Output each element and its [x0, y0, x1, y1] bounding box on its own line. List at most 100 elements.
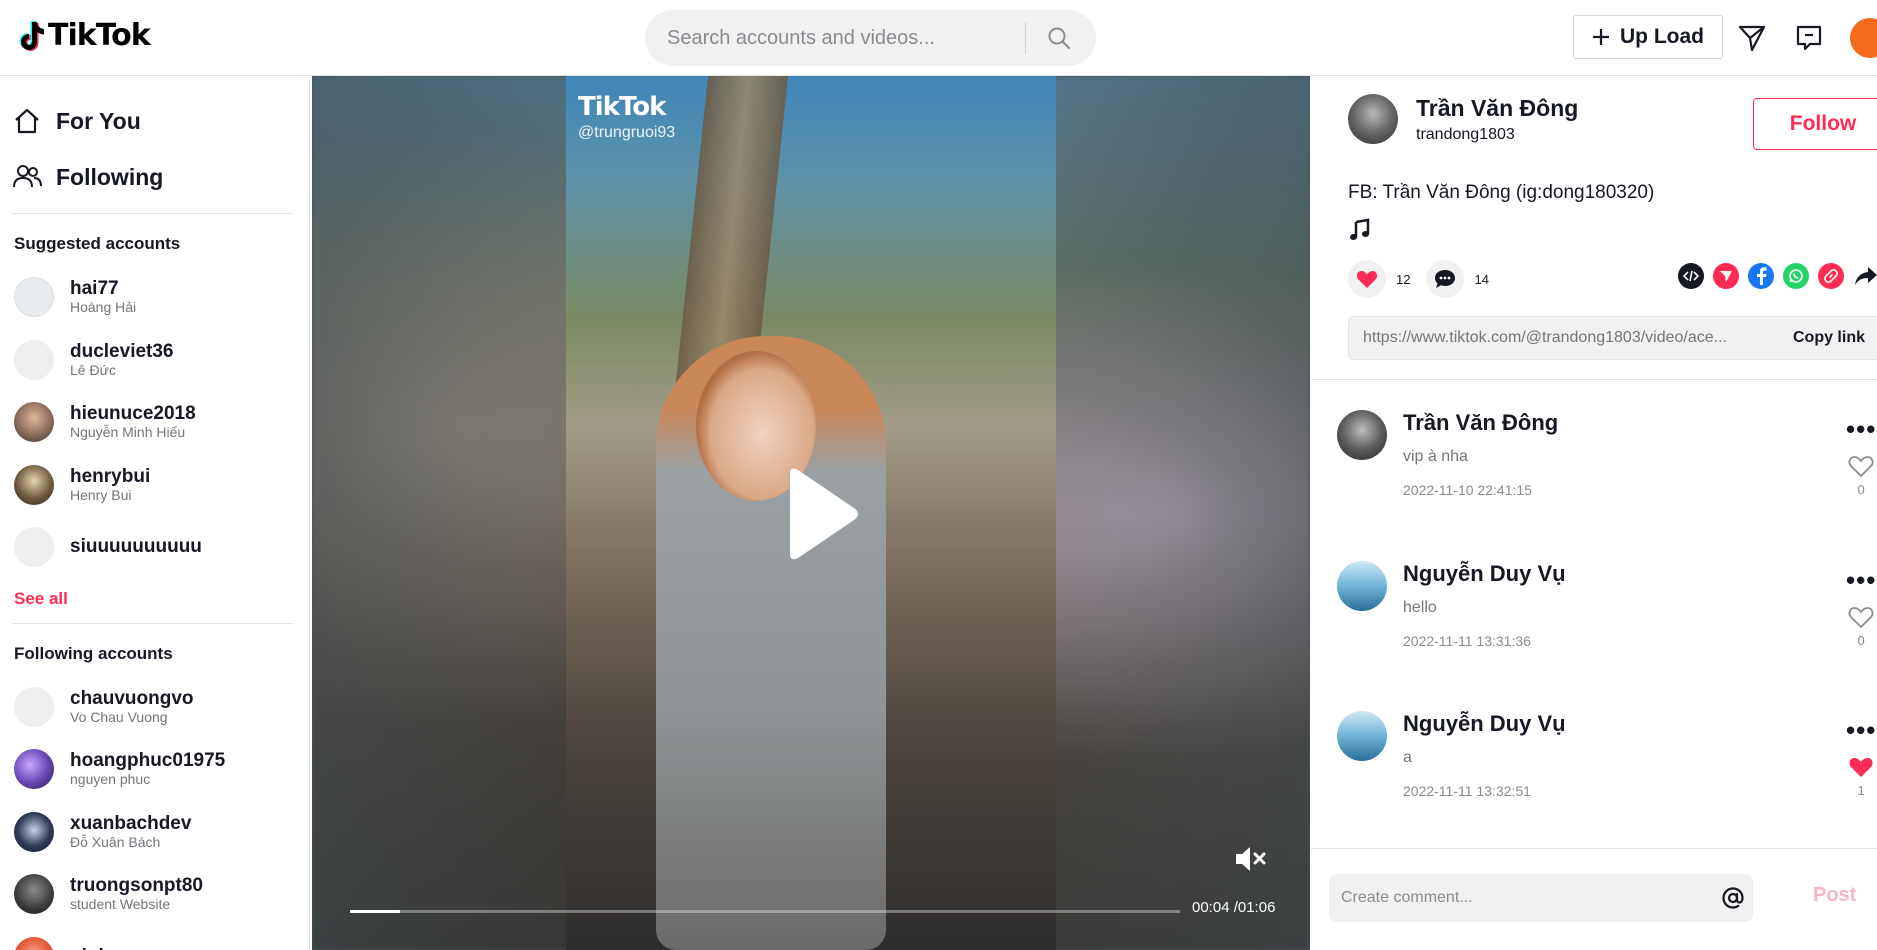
account-username: xuanbachdev: [70, 812, 192, 834]
link-icon: [1824, 269, 1838, 283]
facebook-share-button[interactable]: [1748, 263, 1774, 289]
copy-link-share-button[interactable]: [1818, 263, 1844, 289]
inbox-icon: [1796, 25, 1822, 51]
video-progress-fill: [350, 910, 400, 913]
following-account[interactable]: ninhnam: [0, 926, 309, 950]
divider: [1311, 848, 1877, 849]
account-username: siuuuuuuuuuu: [70, 536, 202, 558]
suggested-account[interactable]: hieunuce2018 Nguyễn Minh Hiếu: [0, 391, 309, 454]
nav-label: For You: [56, 107, 141, 134]
following-account[interactable]: truongsonpt80 student Website: [0, 863, 309, 926]
video-url[interactable]: https://www.tiktok.com/@trandong1803/vid…: [1349, 329, 1781, 347]
music-note-icon: [1350, 218, 1370, 240]
account-name: Henry Bui: [70, 486, 132, 503]
comment-input[interactable]: [1329, 889, 1713, 907]
search-input[interactable]: [645, 10, 1025, 66]
whatsapp-icon: [1789, 269, 1803, 283]
suggested-account[interactable]: siuuuuuuuuuu: [0, 516, 309, 579]
account-name: Nguyễn Minh Hiếu: [70, 424, 186, 441]
search-icon: [1048, 27, 1071, 50]
video-progress-bar[interactable]: [350, 910, 1180, 913]
nav-label: Following: [56, 163, 164, 190]
post-author[interactable]: Trần Văn Đông trandong1803: [1348, 94, 1578, 144]
watermark-username: @trungruoi93: [578, 124, 676, 141]
account-name: Lê Đức: [70, 361, 116, 378]
profile-avatar[interactable]: [1850, 18, 1877, 58]
comment-avatar[interactable]: [1337, 711, 1387, 761]
more-options-icon[interactable]: •••: [1846, 416, 1876, 442]
video-player[interactable]: TikTok @trungruoi93 00:04 /01:06: [312, 76, 1310, 950]
comment-date: 2022-11-11 13:32:51: [1403, 783, 1531, 799]
comment-item: Nguyễn Duy Vụ a 2022-11-11 13:32:51: [1337, 711, 1566, 799]
play-button[interactable]: [772, 464, 862, 564]
comment-button[interactable]: [1426, 260, 1465, 298]
heart-icon: [1356, 271, 1378, 288]
comment-list[interactable]: Trần Văn Đông vip à nha 2022-11-10 22:41…: [1311, 380, 1877, 848]
following-account[interactable]: chauvuongvo Vo Chau Vuong: [0, 676, 309, 739]
more-share-button[interactable]: [1853, 263, 1877, 289]
more-options-icon[interactable]: •••: [1846, 717, 1876, 743]
embed-button[interactable]: [1678, 263, 1704, 289]
nav-following[interactable]: Following: [0, 149, 309, 205]
music-note[interactable]: [1348, 218, 1372, 247]
comment-author[interactable]: Trần Văn Đông: [1403, 410, 1558, 436]
search-button[interactable]: [1026, 10, 1092, 66]
suggested-account[interactable]: hai77 Hoàng Hải: [0, 266, 309, 329]
sidebar: For You Following Suggested accounts hai…: [0, 77, 310, 950]
comment-date: 2022-11-11 13:31:36: [1403, 633, 1531, 649]
comment-author[interactable]: Nguyễn Duy Vụ: [1403, 711, 1566, 737]
heart-filled-icon[interactable]: [1848, 755, 1874, 779]
upload-button[interactable]: Up Load: [1573, 15, 1723, 59]
account-name: student Website: [70, 896, 171, 913]
avatar: [14, 339, 54, 380]
heart-outline-icon[interactable]: [1848, 454, 1874, 478]
mention-button[interactable]: [1713, 886, 1753, 910]
heart-outline-icon[interactable]: [1848, 605, 1874, 629]
video-link-box: https://www.tiktok.com/@trandong1803/vid…: [1348, 316, 1877, 360]
author-avatar[interactable]: [1348, 94, 1398, 144]
suggested-account[interactable]: henrybui Henry Bui: [0, 454, 309, 517]
share-arrow-icon: [1855, 267, 1877, 285]
comment-actions: ••• 0: [1846, 416, 1876, 497]
comment-author[interactable]: Nguyễn Duy Vụ: [1403, 561, 1566, 587]
suggested-accounts-title: Suggested accounts: [14, 234, 181, 253]
following-account[interactable]: hoangphuc01975 nguyen phuc: [0, 738, 309, 801]
comment-item: Nguyễn Duy Vụ hello 2022-11-11 13:31:36: [1337, 561, 1566, 649]
tiktok-logo[interactable]: TikTok: [18, 18, 151, 53]
author-username: trandong1803: [1416, 125, 1515, 143]
author-name: Trần Văn Đông: [1416, 94, 1579, 121]
copy-link-button[interactable]: Copy link: [1781, 329, 1877, 347]
video-watermark: TikTok @trungruoi93: [578, 92, 675, 142]
comment-input-box: [1329, 874, 1753, 922]
avatar: [14, 874, 54, 915]
mute-button[interactable]: [1234, 844, 1268, 874]
avatar: [14, 936, 54, 950]
follow-button[interactable]: Follow: [1753, 98, 1877, 150]
see-all-link[interactable]: See all: [0, 579, 309, 623]
avatar: [14, 811, 54, 852]
following-account[interactable]: xuanbachdev Đỗ Xuân Bách: [0, 801, 309, 864]
account-username: chauvuongvo: [70, 687, 194, 709]
nav-for-you[interactable]: For You: [0, 93, 309, 149]
comment-date: 2022-11-10 22:41:15: [1403, 482, 1532, 498]
comment-text: a: [1403, 749, 1412, 766]
comment-icon: [1435, 270, 1456, 288]
play-icon: [790, 468, 858, 560]
logo-text: TikTok: [48, 18, 151, 53]
comment-avatar[interactable]: [1337, 410, 1387, 460]
account-username: truongsonpt80: [70, 875, 203, 897]
embed-icon: [1683, 270, 1699, 282]
send-icon: [1720, 271, 1732, 282]
comment-text: hello: [1403, 599, 1437, 616]
avatar: [14, 464, 54, 505]
post-comment-button[interactable]: Post: [1813, 884, 1856, 907]
whatsapp-share-button[interactable]: [1783, 263, 1809, 289]
comment-avatar[interactable]: [1337, 561, 1387, 611]
messages-button[interactable]: [1736, 22, 1768, 54]
suggested-account[interactable]: ducleviet36 Lê Đức: [0, 329, 309, 392]
like-button[interactable]: [1348, 260, 1386, 298]
comment-text: vip à nha: [1403, 448, 1468, 465]
more-options-icon[interactable]: •••: [1846, 567, 1876, 593]
inbox-button[interactable]: [1793, 22, 1825, 54]
send-to-friends-button[interactable]: [1713, 263, 1739, 289]
